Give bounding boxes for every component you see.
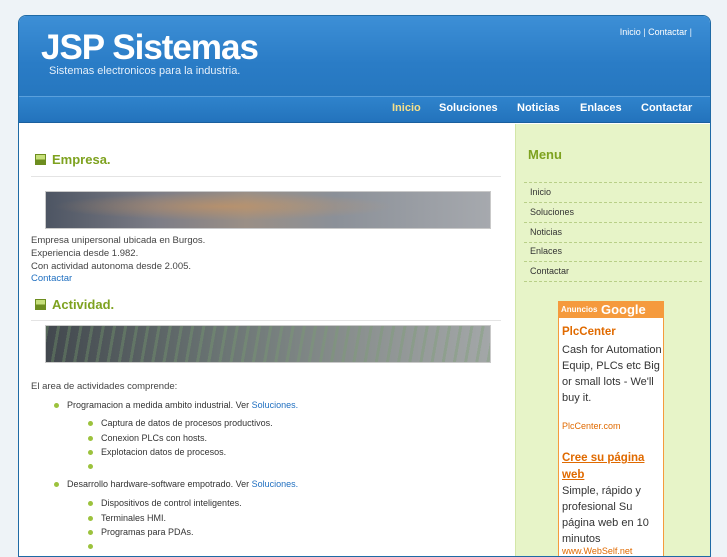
nav-item-soluciones[interactable]: Soluciones <box>439 102 498 114</box>
ad-title[interactable]: PlcCenter <box>562 326 616 338</box>
list-item: Programas para PDAs. <box>88 527 194 537</box>
nav-item-inicio[interactable]: Inicio <box>392 102 421 114</box>
menu-title: Menu <box>528 147 562 162</box>
site-title: JSP Sistemas <box>41 28 259 67</box>
bullet-icon <box>54 482 59 487</box>
main-content: Empresa. Empresa unipersonal ubicada en … <box>21 124 515 556</box>
site-header: JSP Sistemas Sistemas electronicos para … <box>19 16 710 96</box>
bullet-icon <box>54 403 59 408</box>
section-square-icon <box>35 299 46 310</box>
actividad-heading-text: Actividad. <box>52 297 115 312</box>
sidebar: Menu Inicio Soluciones Noticias Enlaces … <box>515 124 710 556</box>
sidebar-item-enlaces[interactable]: Enlaces <box>524 242 702 262</box>
empresa-line: Con actividad autonoma desde 2.005. <box>31 261 192 272</box>
list-item: Conexion PLCs con hosts. <box>88 433 207 443</box>
bullet-icon <box>88 450 93 455</box>
google-logo: Google <box>601 302 646 317</box>
empresa-line: Experiencia desde 1.982. <box>31 248 139 259</box>
section-divider <box>31 320 501 321</box>
empresa-line: Empresa unipersonal ubicada en Burgos. <box>31 235 206 246</box>
top-link-contactar[interactable]: Contactar <box>648 27 687 37</box>
top-links: Inicio | Contactar | <box>620 27 692 37</box>
bullet-icon <box>88 501 93 506</box>
ad-label: Anuncios <box>561 305 598 314</box>
ad-box: Anuncios Google PlcCenter Cash for Autom… <box>558 301 664 556</box>
empresa-contact-link[interactable]: Contactar <box>31 273 72 284</box>
bullet-icon <box>88 530 93 535</box>
sidebar-item-contactar[interactable]: Contactar <box>524 262 702 282</box>
list-item: Terminales HMI. <box>88 513 166 523</box>
top-link-separator: | <box>689 27 692 37</box>
empresa-banner-image <box>45 191 491 229</box>
actividad-heading: Actividad. <box>35 297 114 312</box>
empresa-heading-text: Empresa. <box>52 152 111 167</box>
list-item: Dispositivos de control inteligentes. <box>88 498 242 508</box>
bullet-icon <box>88 516 93 521</box>
empresa-heading: Empresa. <box>35 152 111 167</box>
ad-url[interactable]: PlcCenter.com <box>562 421 621 431</box>
ad-header: Anuncios Google <box>559 302 663 318</box>
bullet-icon <box>88 464 93 469</box>
list-item: Programacion a medida ambito industrial.… <box>54 400 299 410</box>
list-item: Desarrollo hardware-software empotrado. … <box>54 479 299 489</box>
sidebar-item-inicio[interactable]: Inicio <box>524 183 702 203</box>
ad-text: Cash for Automation Equip, PLCs etc Big … <box>562 344 662 404</box>
actividad-intro: El area de actividades comprende: <box>31 381 178 392</box>
top-link-inicio[interactable]: Inicio <box>620 27 641 37</box>
main-nav: Inicio Soluciones Noticias Enlaces Conta… <box>19 96 710 123</box>
list-item: Captura de datos de procesos productivos… <box>88 418 273 428</box>
sidebar-item-noticias[interactable]: Noticias <box>524 223 702 243</box>
nav-item-contactar[interactable]: Contactar <box>641 102 692 114</box>
nav-item-enlaces[interactable]: Enlaces <box>580 102 622 114</box>
sidebar-item-soluciones[interactable]: Soluciones <box>524 203 702 223</box>
bullet-icon <box>88 436 93 441</box>
actividad-banner-image <box>45 325 491 363</box>
bullet-icon <box>88 421 93 426</box>
page-frame: JSP Sistemas Sistemas electronicos para … <box>18 15 711 557</box>
ad-text: Simple, rápido y profesional Su página w… <box>562 485 649 545</box>
section-divider <box>31 176 501 177</box>
section-square-icon <box>35 154 46 165</box>
soluciones-link[interactable]: Soluciones. <box>252 400 299 410</box>
nav-item-noticias[interactable]: Noticias <box>517 102 560 114</box>
soluciones-link[interactable]: Soluciones. <box>252 479 299 489</box>
ad-title[interactable]: Cree su página web <box>562 450 652 484</box>
site-slogan: Sistemas electronicos para la industria. <box>49 65 241 77</box>
ad-url[interactable]: www.WebSelf.net <box>562 546 632 556</box>
list-item: Explotacion datos de procesos. <box>88 447 226 457</box>
